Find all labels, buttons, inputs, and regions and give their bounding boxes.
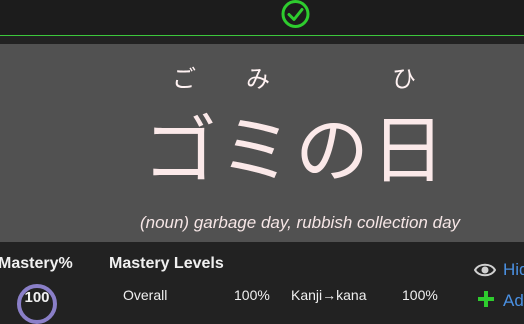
furigana-reading: み xyxy=(246,65,270,93)
level-label: Kanji→kana xyxy=(291,287,367,303)
level-value: 100% xyxy=(234,287,270,303)
furigana-reading: ひ xyxy=(392,65,416,93)
hide-link[interactable]: Hid xyxy=(503,258,524,282)
top-bar-divider xyxy=(0,35,524,36)
level-label: Overall xyxy=(123,287,168,303)
word-meaning: (noun) garbage day, rubbish collection d… xyxy=(120,211,480,235)
top-bar xyxy=(0,0,524,36)
eye-icon[interactable] xyxy=(474,261,496,279)
mastery-levels-title: Mastery Levels xyxy=(109,255,224,272)
plus-icon[interactable] xyxy=(477,290,495,308)
furigana-reading: ご xyxy=(172,65,196,93)
meaning-text: garbage day, rubbish collection day xyxy=(193,213,461,232)
part-of-speech: (noun) xyxy=(139,213,190,232)
mastery-percent-title: Mastery% xyxy=(0,255,73,272)
vocab-word: ゴミの日 xyxy=(143,108,447,194)
add-link[interactable]: Ad xyxy=(503,289,524,313)
level-value: 100% xyxy=(402,287,438,303)
mastery-value: 100 xyxy=(24,289,50,306)
check-circle-icon[interactable] xyxy=(279,0,312,30)
